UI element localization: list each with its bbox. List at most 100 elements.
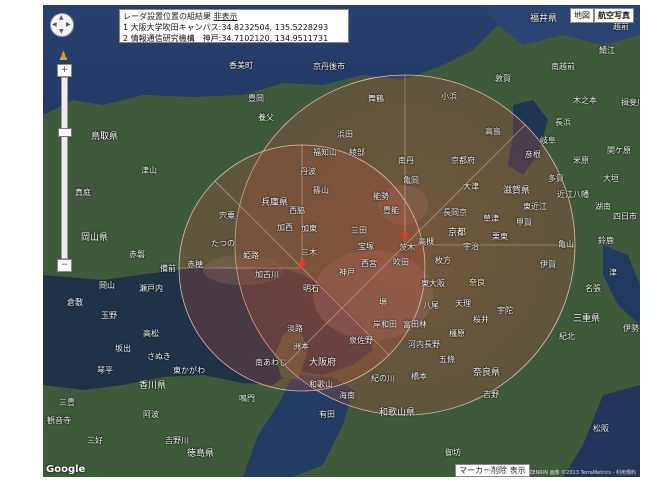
label-ibaraki: 茨木 (399, 243, 415, 252)
label-arida: 有田 (319, 410, 335, 419)
label-naruto: 鳴門 (239, 394, 255, 403)
label-hirakata: 枚方 (435, 256, 451, 265)
label-fukuchiyama: 福知山 (313, 148, 337, 157)
label-hyogoken: 兵庫県 (261, 198, 289, 208)
label-uda: 宇陀 (497, 306, 513, 315)
label-kotohira: 琴平 (97, 366, 113, 375)
label-miyoshi: 三好 (87, 436, 103, 445)
map-attribution: 地図データ ©2013 ZENRIN 画像 ©2013 TerraMetrics… (483, 470, 636, 476)
hide-link[interactable]: 非表示 (214, 12, 238, 21)
label-kainan: 海南 (339, 391, 355, 400)
label-gobo: 御坊 (445, 448, 461, 457)
label-takarazuka: 宝塚 (358, 242, 374, 251)
site-2: 2 情報通信研究機構 神戸:34.7102120, 134.9511731 (123, 34, 329, 43)
label-maibara: 米原 (573, 156, 589, 165)
label-nose: 能勢 (373, 192, 389, 201)
label-sasayama: 篠山 (313, 186, 329, 195)
map-canvas[interactable]: 福井県 香美町 京丹後市 豊岡 舞鶴 小浜 敦賀 養父 綾部 福知山 高島 長浜… (43, 5, 640, 477)
zoom-in-button[interactable]: + (57, 64, 72, 77)
label-ayabe: 綾部 (349, 148, 365, 157)
label-omihachiman: 近江八幡 (557, 190, 589, 199)
pan-right-icon[interactable]: ▶ (66, 21, 71, 28)
label-yoshinogawa: 吉野川 (165, 436, 189, 445)
label-sakaide: 坂出 (115, 344, 131, 353)
label-tondabayashi: 富田林 (403, 320, 427, 329)
label-sekigahara: 関ケ原 (607, 146, 631, 155)
label-minamiawaji: 南あわじ (255, 358, 287, 367)
label-kishiwada: 岸和田 (373, 320, 397, 329)
marker-nict-kobe[interactable] (299, 259, 305, 271)
label-mitoyo: 三豊 (59, 398, 75, 407)
label-kinomoto: 木之本 (573, 96, 597, 105)
label-hikone: 彦根 (525, 150, 541, 159)
label-nishinomiya: 西宮 (361, 259, 377, 268)
label-tatsuno: たつの (211, 239, 235, 248)
label-shiso: 宍粟 (219, 211, 235, 220)
label-izumisano: 泉佐野 (349, 336, 373, 345)
label-kameoka: 亀岡 (403, 176, 419, 185)
label-okayama: 岡山 (99, 281, 115, 290)
label-kinokawa2: 紀北 (559, 332, 575, 341)
label-taga: 多賀 (548, 174, 564, 183)
label-kobe: 神戸 (339, 268, 355, 277)
label-hashimoto: 橋本 (411, 372, 427, 381)
google-logo[interactable]: Google (46, 464, 85, 475)
label-gifu: 岐阜 (540, 136, 556, 145)
label-tsu: 津 (609, 268, 617, 277)
zoom-slider-thumb[interactable] (58, 128, 72, 137)
label-kurashiki: 倉敷 (67, 298, 83, 307)
label-yokkaichi: 四日市 (613, 212, 637, 221)
label-ise: 伊勢 (623, 324, 639, 333)
zoom-slider[interactable]: + − (57, 64, 72, 272)
label-higashikagawa: 東かがわ (173, 366, 205, 375)
label-maniwa: 真庭 (75, 188, 91, 197)
label-ibigawa: 揖斐川町 (621, 98, 640, 107)
label-miki: 三木 (301, 248, 317, 257)
pan-up-icon[interactable]: ▲ (59, 14, 64, 21)
label-kasai: 加西 (277, 223, 293, 232)
pan-left-icon[interactable]: ◀ (52, 21, 57, 28)
label-gose: 五條 (439, 355, 455, 364)
label-nagaokakyo: 長岡京 (443, 208, 467, 217)
label-setouchi: 瀬戸内 (139, 284, 163, 293)
label-yao: 八尾 (423, 301, 439, 310)
label-uji: 宇治 (463, 242, 479, 251)
label-takamatsu: 高松 (143, 329, 159, 338)
label-takatsuki: 高槻 (418, 237, 434, 246)
label-iga: 伊賀 (540, 260, 556, 269)
label-sumoto: 洲本 (293, 342, 309, 351)
label-sakurai: 桜井 (473, 315, 489, 324)
label-kasumi: 香美町 (229, 61, 253, 70)
label-okayamaken: 岡山県 (81, 233, 109, 243)
label-akashi: 明石 (303, 284, 319, 293)
label-ritto: 栗東 (492, 232, 508, 241)
label-obama: 小浜 (441, 92, 457, 101)
label-sakai: 堺 (379, 298, 387, 307)
label-wakayama: 和歌山 (309, 380, 333, 389)
label-tokushimaken: 徳島県 (187, 449, 215, 459)
label-nishiwaki: 西脇 (289, 206, 305, 215)
map-type-satellite-button[interactable]: 航空写真 (594, 8, 634, 23)
label-nabari: 名張 (585, 284, 601, 293)
satellite-imagery (43, 5, 640, 477)
label-kameyama: 亀山 (558, 240, 574, 249)
label-higashiomi: 東近江 (523, 202, 547, 211)
label-kanonji: 観音寺 (47, 416, 71, 425)
pan-control[interactable]: ▲ ▼ ◀ ▶ (50, 13, 74, 37)
label-shigaken: 滋賀県 (503, 186, 531, 196)
label-nara: 奈良 (469, 278, 485, 287)
label-naraken: 奈良県 (473, 368, 501, 378)
label-kakogawa: 加古川 (255, 270, 279, 279)
label-awa: 阿波 (143, 410, 159, 419)
label-minamiechizen: 南越前 (551, 62, 575, 71)
label-mieken: 三重県 (573, 314, 601, 324)
street-view-pegman-icon[interactable]: ♟ (58, 49, 69, 63)
label-sanuki: さぬき (147, 352, 171, 361)
map-type-map-button[interactable]: 地図 (570, 8, 594, 23)
label-akaiwa: 赤磐 (129, 250, 145, 259)
pan-down-icon[interactable]: ▼ (59, 28, 64, 35)
marker-osaka-university[interactable] (402, 230, 408, 242)
zoom-out-button[interactable]: − (57, 259, 72, 272)
label-nantan: 南丹 (398, 156, 414, 165)
label-takashima: 高島 (485, 127, 501, 136)
